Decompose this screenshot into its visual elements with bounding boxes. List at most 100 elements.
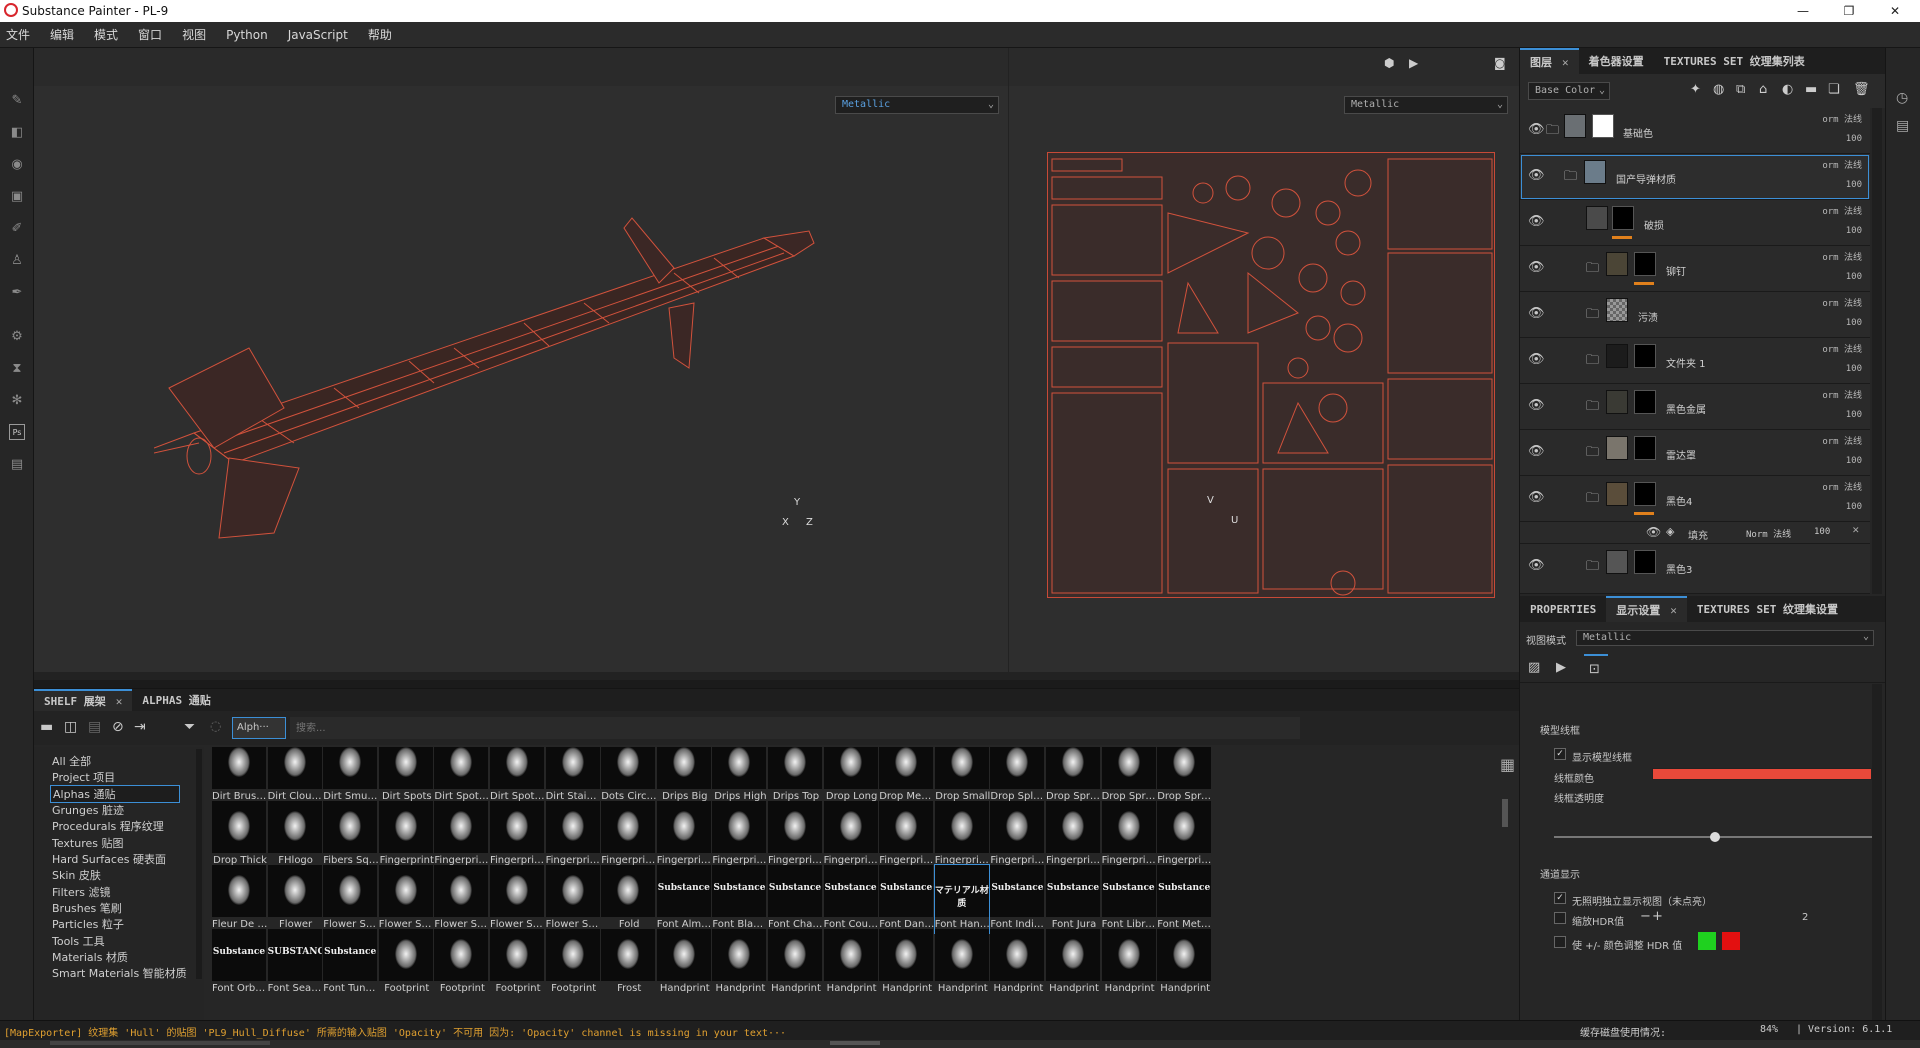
alpha-item[interactable]: Drips High: [712, 747, 767, 805]
alpha-item[interactable]: Flower: [267, 865, 322, 933]
alpha-item[interactable]: Substance Font Black...: [712, 865, 768, 933]
layer-row[interactable]: 👁 🗀 黑色3: [1520, 544, 1870, 594]
properties-scrollbar[interactable]: [1872, 684, 1882, 1024]
category-materials[interactable]: Materials 材质: [52, 949, 128, 965]
tab-properties[interactable]: PROPERTIES: [1520, 596, 1606, 622]
view-mode-select[interactable]: Metallic ⌄: [1576, 630, 1874, 646]
menu-help[interactable]: 帮助: [368, 26, 392, 43]
layers-scrollbar[interactable]: [1872, 108, 1882, 594]
alpha-item[interactable]: Footprint: [434, 929, 489, 997]
shelf-scrollbar[interactable]: [1502, 799, 1508, 827]
bake-icon[interactable]: ⧗: [9, 360, 25, 376]
alpha-item[interactable]: Substance Font Jura: [1046, 865, 1100, 933]
alpha-item[interactable]: Drop Long: [823, 747, 878, 805]
frame-icon[interactable]: ⊡: [1584, 654, 1608, 680]
add-layer-icon[interactable]: ⧉: [1736, 82, 1745, 97]
layer-blend[interactable]: orm 法线: [1822, 480, 1862, 493]
alpha-item[interactable]: Substance Font Meta...: [1157, 865, 1213, 933]
alpha-item[interactable]: Fingerprin...: [879, 801, 935, 869]
alpha-item[interactable]: Frost: [601, 929, 656, 997]
wire-color-swatch[interactable]: [1652, 768, 1872, 780]
plugin-icon[interactable]: ✻: [9, 392, 25, 408]
menu-javascript[interactable]: JavaScript: [288, 28, 348, 42]
alpha-item[interactable]: Dots Circu...: [601, 747, 657, 805]
hdr-plus-swatch[interactable]: [1698, 932, 1716, 950]
filter-icon[interactable]: ⏷: [184, 719, 195, 735]
menu-file[interactable]: 文件: [6, 26, 30, 43]
status-scrollbar[interactable]: [50, 1041, 270, 1045]
alpha-item[interactable]: Handprint: [1157, 929, 1212, 997]
smudge-icon[interactable]: ✐: [9, 220, 25, 236]
menu-mode[interactable]: 模式: [94, 26, 118, 43]
category-project[interactable]: Project 项目: [52, 769, 115, 785]
folder-icon[interactable]: ▬: [40, 719, 53, 735]
alpha-item[interactable]: Handprint: [879, 929, 934, 997]
layer-opacity[interactable]: 100: [1846, 502, 1862, 512]
tab-shader-settings[interactable]: 着色器设置: [1579, 48, 1654, 74]
eye-icon[interactable]: 👁: [1528, 306, 1545, 321]
alpha-item[interactable]: Dirt Spots...: [434, 747, 490, 805]
alpha-item[interactable]: Fingerprin...: [1101, 801, 1158, 869]
tab-layers[interactable]: 图层 ✕: [1520, 48, 1579, 74]
eye-icon[interactable]: 👁: [1646, 525, 1661, 539]
layer-blend[interactable]: orm 法线: [1822, 112, 1862, 125]
alpha-item[interactable]: Fingerprin...: [656, 801, 713, 869]
alpha-item[interactable]: Handprint: [934, 929, 989, 997]
alpha-item[interactable]: Substance Font Tuna...: [323, 929, 379, 997]
alpha-item[interactable]: Fingerprin...: [601, 801, 657, 869]
delete-icon[interactable]: 🗑: [1853, 82, 1870, 97]
channel-select[interactable]: Base Color ⌄: [1528, 82, 1610, 100]
alpha-item[interactable]: Drips Top: [768, 747, 822, 805]
alpha-item[interactable]: Dirt Brush...: [212, 747, 268, 805]
add-mask-icon[interactable]: ◍: [1713, 82, 1724, 97]
alpha-item[interactable]: SUBSTANCE Font Seam...: [267, 929, 324, 997]
cube-view-icon[interactable]: ⬢: [1384, 56, 1394, 70]
eye-icon[interactable]: 👁: [1528, 558, 1545, 573]
category-hard-surfaces[interactable]: Hard Surfaces 硬表面: [52, 851, 166, 867]
alpha-item[interactable]: Handprint: [1101, 929, 1156, 997]
menu-window[interactable]: 窗口: [138, 26, 162, 43]
alpha-item[interactable]: Handprint: [823, 929, 878, 997]
close-icon[interactable]: ✕: [1670, 604, 1677, 617]
menu-edit[interactable]: 编辑: [50, 26, 74, 43]
alpha-item[interactable]: Fingerprint: [378, 801, 434, 869]
tab-alphas[interactable]: ALPHAS 通贴: [132, 689, 220, 711]
screenshot-icon[interactable]: ◙: [1494, 56, 1506, 70]
alpha-item[interactable]: Drop Thick: [212, 801, 267, 869]
category-skin[interactable]: Skin 皮肤: [52, 867, 101, 883]
layer-blend[interactable]: orm 法线: [1822, 388, 1862, 401]
plus-icon[interactable]: +: [1652, 909, 1663, 924]
import-icon[interactable]: ⇥: [134, 719, 146, 735]
minimize-button[interactable]: —: [1780, 0, 1826, 22]
alpha-item[interactable]: Flower Sty...: [545, 865, 602, 933]
layer-blend[interactable]: orm 法线: [1822, 158, 1862, 171]
layer-opacity[interactable]: 100: [1846, 456, 1862, 466]
alpha-item[interactable]: Flower Sa...: [490, 865, 546, 933]
menu-python[interactable]: Python: [226, 28, 268, 42]
eye-icon[interactable]: 👁: [1528, 260, 1545, 275]
alpha-item[interactable]: Substance Font Danc...: [879, 865, 935, 933]
viewport-2d[interactable]: ⬢ ▶ ◙ Metallic ⌄ V U: [1008, 48, 1519, 672]
alpha-item[interactable]: Drop Small: [934, 747, 990, 805]
hdr-value[interactable]: 2: [1802, 912, 1808, 923]
close-icon[interactable]: ✕: [1852, 526, 1860, 536]
alpha-item[interactable]: Footprint: [490, 929, 544, 997]
tab-texture-set-list[interactable]: TEXTURES SET 纹理集列表: [1654, 48, 1815, 74]
alpha-item[interactable]: Dirt Spots...: [490, 747, 546, 805]
category-particles[interactable]: Particles 粒子: [52, 916, 124, 932]
alpha-item[interactable]: Fingerprin...: [823, 801, 880, 869]
category-brushes[interactable]: Brushes 笔刷: [52, 900, 122, 916]
settings-icon[interactable]: ⚙: [9, 328, 25, 344]
alpha-item[interactable]: Fingerprin...: [990, 801, 1046, 869]
fill-opacity[interactable]: 100: [1814, 527, 1830, 537]
alpha-item[interactable]: Fingerprin...: [934, 801, 991, 869]
layer-blend[interactable]: orm 法线: [1822, 434, 1862, 447]
category-grunges[interactable]: Grunges 脏迹: [52, 802, 124, 818]
refresh-icon[interactable]: ◌: [210, 719, 221, 734]
photoshop-icon[interactable]: Ps: [9, 424, 25, 440]
alpha-item[interactable]: Substance Font Orbit...: [212, 929, 268, 997]
alpha-item[interactable]: Footprint: [378, 929, 433, 997]
category-alphas[interactable]: Alphas 通贴: [50, 785, 180, 803]
alpha-item[interactable]: Footprint: [545, 929, 600, 997]
alpha-item[interactable]: Flower Sa...: [434, 865, 490, 933]
